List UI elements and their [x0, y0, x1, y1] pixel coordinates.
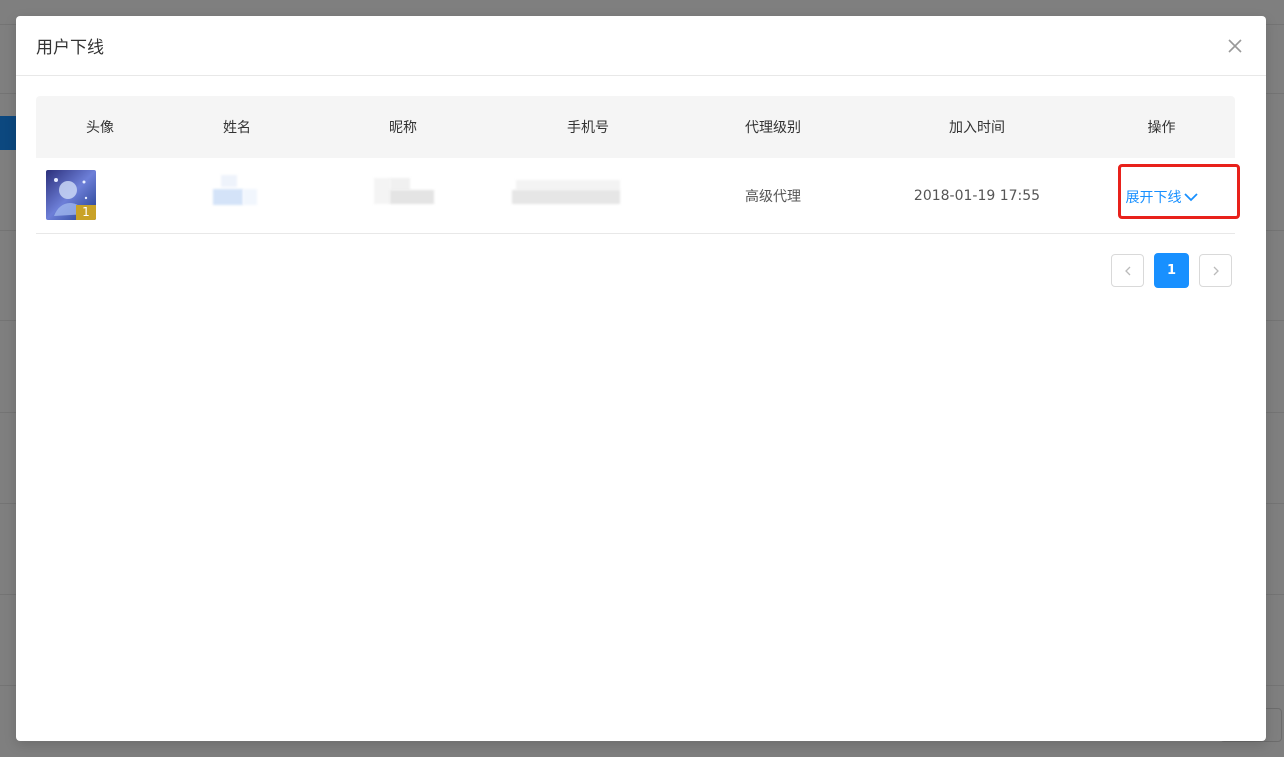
- close-icon[interactable]: [1222, 33, 1248, 59]
- redacted-name: [221, 175, 237, 187]
- redacted-name: [243, 189, 257, 205]
- pagination: 1: [1111, 253, 1232, 288]
- table-header: 头像 姓名 昵称 手机号 代理级别 加入时间 操作: [36, 96, 1235, 158]
- modal-header: 用户下线: [16, 16, 1266, 76]
- action-cell: 展开下线: [1088, 158, 1235, 233]
- header-nickname: 昵称: [389, 120, 417, 136]
- header-agent-level: 代理级别: [745, 120, 801, 136]
- header-avatar: 头像: [86, 120, 114, 136]
- chevron-down-icon: [1183, 192, 1198, 201]
- expand-downline-label: 展开下线: [1125, 189, 1182, 206]
- chevron-right-icon: [1213, 266, 1219, 275]
- redacted-nickname: [374, 178, 390, 204]
- join-time-cell: 2018-01-19 17:55: [913, 187, 1041, 204]
- redacted-nickname: [390, 190, 434, 204]
- header-phone: 手机号: [567, 120, 609, 136]
- pagination-page-1[interactable]: 1: [1154, 253, 1189, 288]
- agent-level-cell: 高级代理: [745, 188, 801, 205]
- pagination-prev-button[interactable]: [1111, 254, 1144, 287]
- phone-cell: [496, 158, 680, 233]
- table-row: 1 高级代理 2018-01-19 17:55 展开下线: [36, 158, 1235, 234]
- nickname-cell: [310, 158, 496, 233]
- avatar: 1: [46, 170, 96, 220]
- avatar-cell: 1: [36, 158, 164, 233]
- redacted-name: [213, 189, 243, 205]
- downline-table: 头像 姓名 昵称 手机号 代理级别 加入时间 操作 1 高级代理 2018-01…: [36, 96, 1235, 234]
- header-name: 姓名: [223, 120, 251, 136]
- redacted-nickname: [390, 178, 410, 190]
- redacted-phone: [516, 180, 620, 190]
- expand-downline-button[interactable]: 展开下线: [1126, 187, 1198, 207]
- user-downline-modal: 用户下线 头像 姓名 昵称 手机号 代理级别 加入时间 操作 1 高级代理 20…: [16, 16, 1266, 741]
- header-join-time: 加入时间: [949, 120, 1005, 136]
- pagination-next-button[interactable]: [1199, 254, 1232, 287]
- redacted-phone: [512, 190, 620, 204]
- modal-title: 用户下线: [36, 38, 104, 58]
- header-action: 操作: [1147, 120, 1176, 136]
- chevron-left-icon: [1124, 266, 1130, 275]
- avatar-level-badge: 1: [76, 205, 96, 220]
- name-cell: [164, 158, 310, 233]
